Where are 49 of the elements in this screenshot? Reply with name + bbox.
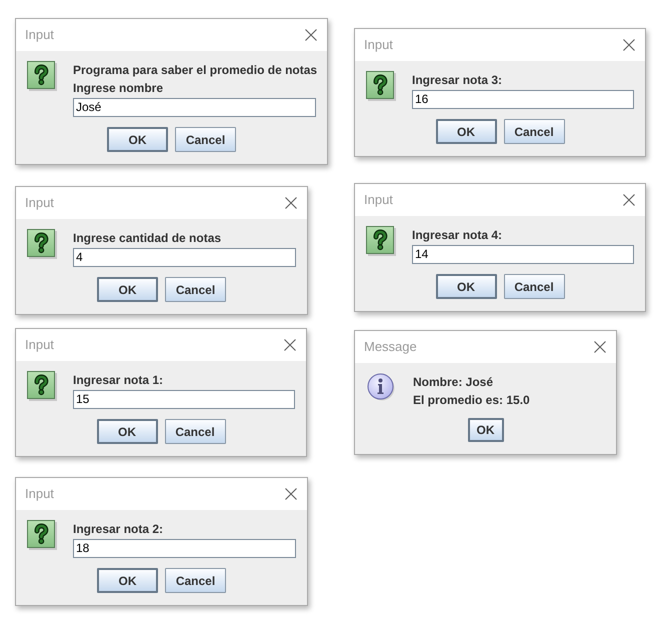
ok-button[interactable]: OK xyxy=(107,127,168,152)
ok-button[interactable]: OK xyxy=(97,568,158,593)
question-mark-icon xyxy=(27,229,57,259)
window-title: Input xyxy=(25,27,54,43)
prompt-label: Ingresar nota 3: xyxy=(412,72,502,89)
message-text: Nombre: José xyxy=(413,374,494,391)
ok-button[interactable]: OK xyxy=(468,418,504,442)
cancel-button[interactable]: Cancel xyxy=(504,274,564,299)
prompt-label: Ingresar nota 4: xyxy=(412,227,502,244)
cancel-button[interactable]: Cancel xyxy=(165,277,226,302)
question-mark-icon xyxy=(366,226,396,256)
close-icon[interactable] xyxy=(623,39,635,51)
close-icon[interactable] xyxy=(305,29,317,41)
text-field[interactable]: 16 xyxy=(412,90,634,109)
cancel-button[interactable]: Cancel xyxy=(504,119,564,144)
ok-button[interactable]: OK xyxy=(97,277,158,302)
info-icon xyxy=(367,373,396,402)
prompt-label: Programa para saber el promedio de notas xyxy=(73,62,318,79)
window-title: Input xyxy=(364,37,393,53)
message-text: El promedio es: 15.0 xyxy=(413,392,530,409)
prompt-label: Ingrese nombre xyxy=(73,80,164,97)
close-icon[interactable] xyxy=(285,488,297,500)
window-title: Input xyxy=(25,195,54,211)
ok-button[interactable]: OK xyxy=(436,119,496,144)
question-mark-icon xyxy=(27,61,57,91)
close-icon[interactable] xyxy=(623,194,635,206)
cancel-button[interactable]: Cancel xyxy=(175,127,236,152)
ok-button[interactable]: OK xyxy=(436,274,496,299)
prompt-label: Ingresar nota 1: xyxy=(73,372,164,389)
question-mark-icon xyxy=(27,371,57,401)
ok-button[interactable]: OK xyxy=(96,419,158,444)
close-icon[interactable] xyxy=(594,341,606,353)
text-field[interactable]: 18 xyxy=(73,539,296,558)
question-mark-icon xyxy=(27,520,57,550)
window-title: Input xyxy=(25,486,54,502)
prompt-label: Ingrese cantidad de notas xyxy=(73,230,222,247)
close-icon[interactable] xyxy=(285,197,297,209)
text-field[interactable]: 4 xyxy=(73,248,296,267)
prompt-label: Ingresar nota 2: xyxy=(73,521,164,538)
text-field[interactable]: 14 xyxy=(412,245,634,264)
cancel-button[interactable]: Cancel xyxy=(164,419,226,444)
text-field[interactable]: 15 xyxy=(73,390,295,409)
window-title: Message xyxy=(364,339,417,355)
close-icon[interactable] xyxy=(284,339,296,351)
text-field[interactable]: José xyxy=(73,98,316,117)
cancel-button[interactable]: Cancel xyxy=(165,568,226,593)
window-title: Input xyxy=(25,337,54,353)
question-mark-icon xyxy=(366,71,396,101)
window-title: Input xyxy=(364,192,393,208)
